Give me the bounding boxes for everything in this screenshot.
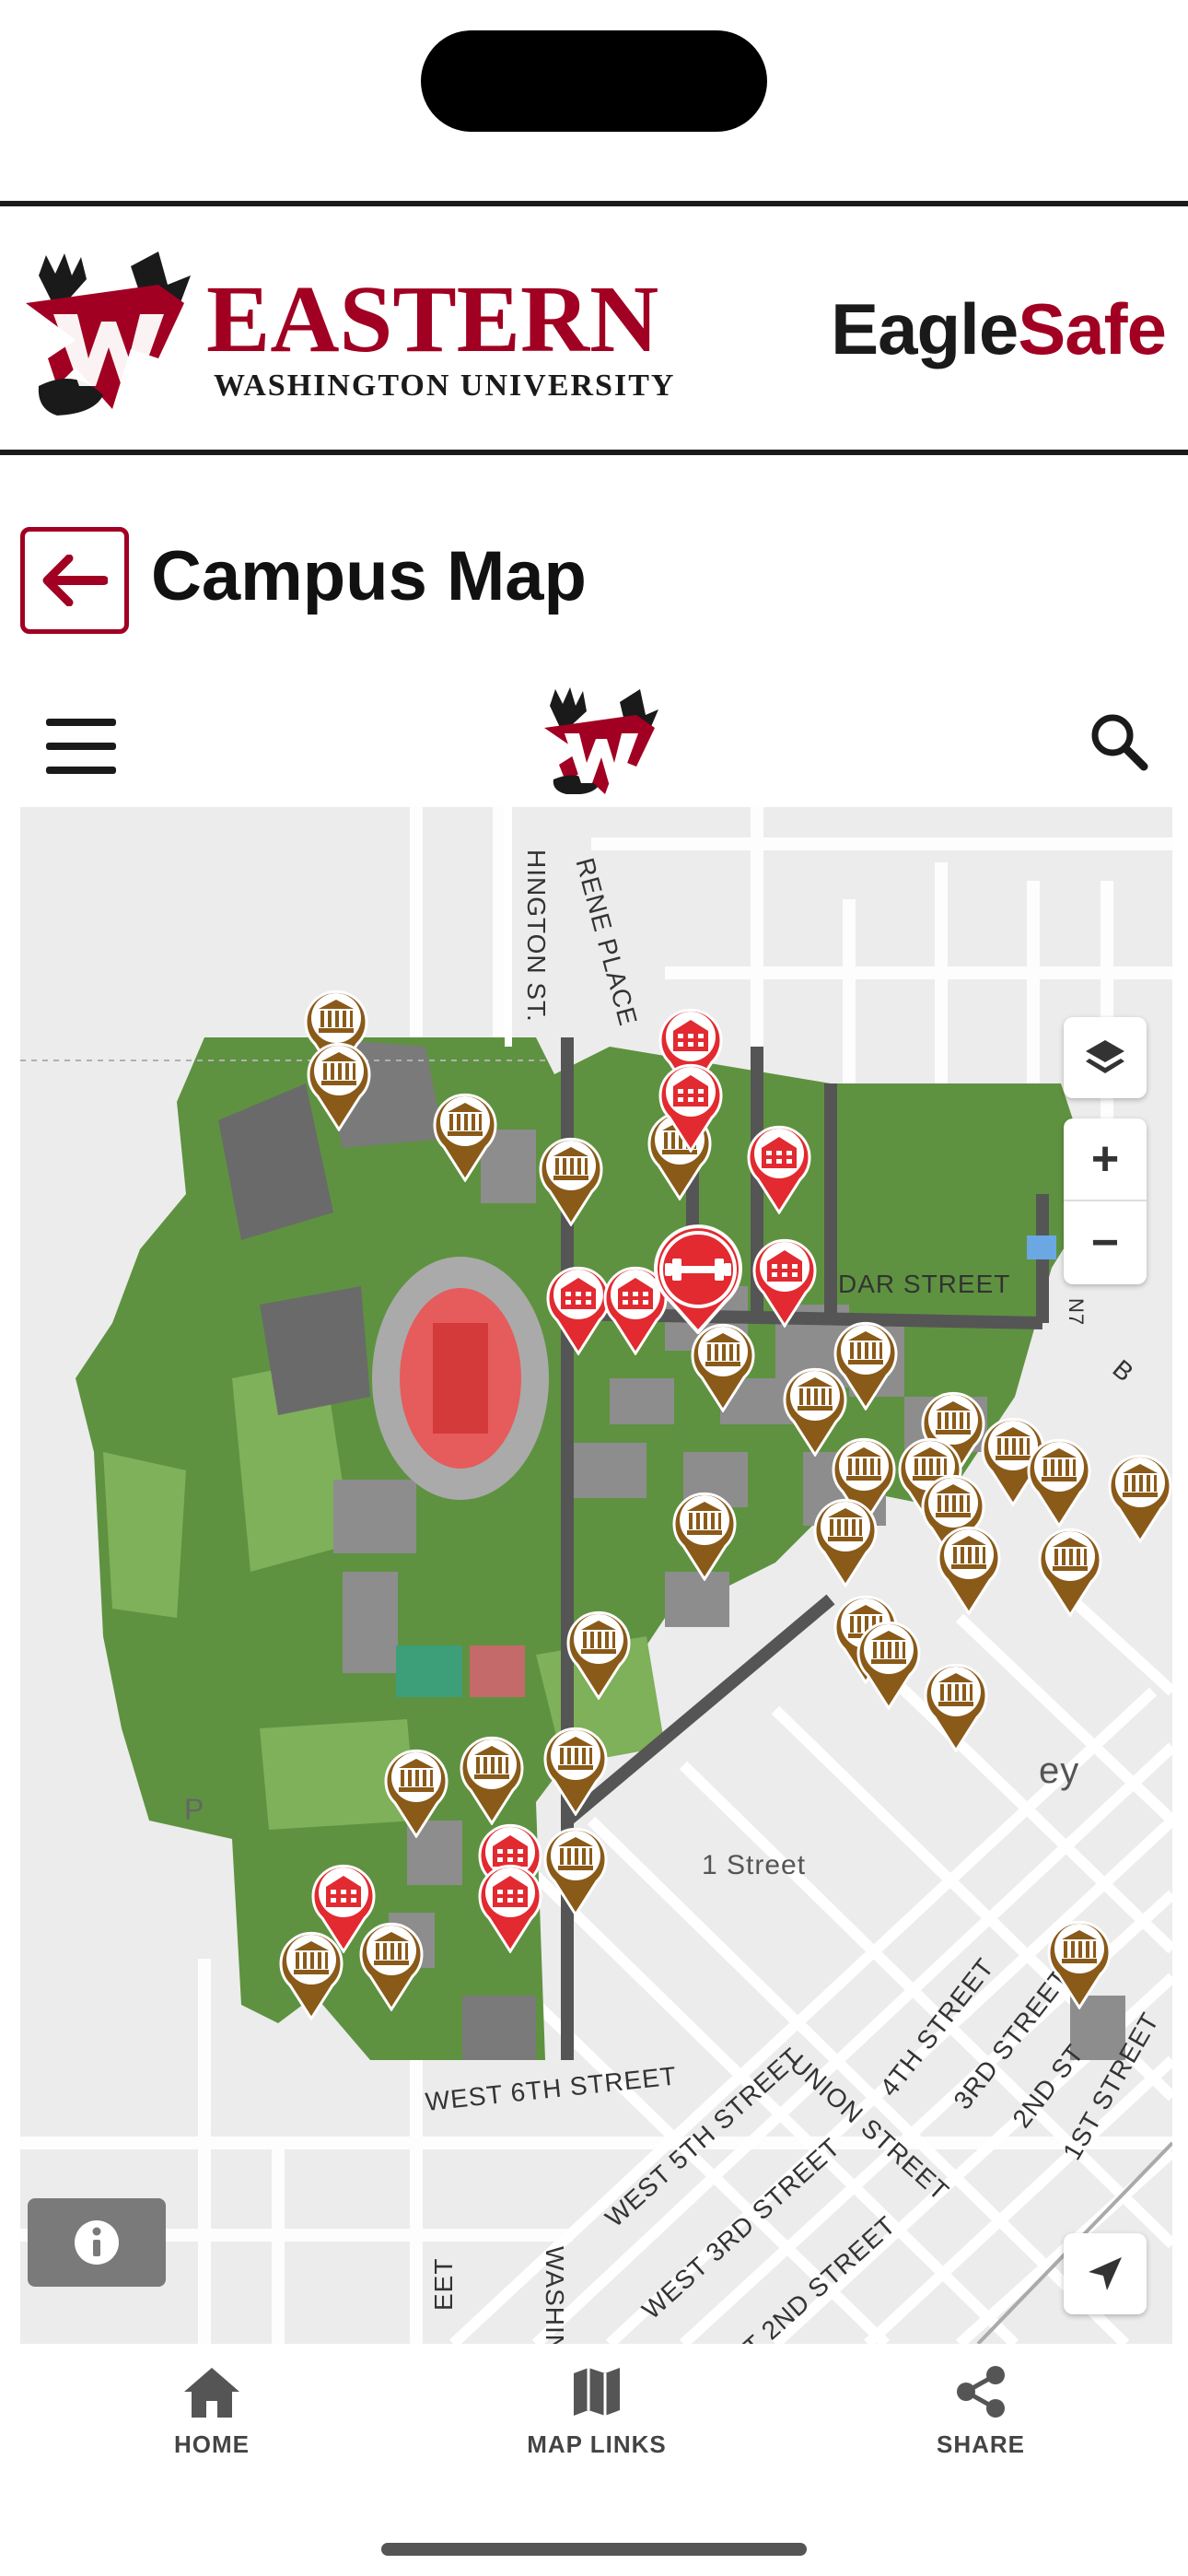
building-pin[interactable] <box>1034 1523 1106 1617</box>
recreation-pin[interactable] <box>650 1224 746 1334</box>
status-bar <box>0 0 1188 201</box>
building-pin[interactable] <box>456 1731 528 1825</box>
street-label: WASHING <box>541 2246 569 2344</box>
building-pin[interactable] <box>1023 1434 1095 1528</box>
layers-button[interactable] <box>1064 1017 1147 1098</box>
info-button[interactable] <box>28 2198 166 2287</box>
building-pin[interactable] <box>429 1088 501 1182</box>
building-pin[interactable] <box>563 1606 635 1700</box>
home-indicator <box>381 2543 807 2556</box>
housing-pin[interactable] <box>655 1059 727 1153</box>
building-pin[interactable] <box>540 1722 611 1816</box>
nav-home-label: HOME <box>174 2430 250 2458</box>
zoom-out-button[interactable]: − <box>1064 1201 1147 1284</box>
share-icon <box>957 2366 1005 2418</box>
building-pin[interactable] <box>1104 1449 1172 1543</box>
brand-header: EASTERN WASHINGTON UNIVERSITY EagleSafe <box>0 201 1188 455</box>
building-pin[interactable] <box>933 1521 1005 1615</box>
building-pin[interactable] <box>303 1037 375 1131</box>
building-pin[interactable] <box>920 1658 992 1752</box>
location-arrow-icon <box>1089 2257 1122 2290</box>
arrow-left-icon <box>42 555 108 606</box>
zoom-in-button[interactable]: + <box>1064 1118 1147 1201</box>
hamburger-menu-icon[interactable] <box>46 719 116 774</box>
street-label: N7 <box>1065 1298 1088 1327</box>
info-icon <box>75 2220 119 2265</box>
nav-home[interactable]: HOME <box>111 2362 313 2459</box>
building-pin[interactable] <box>1043 1915 1115 2009</box>
street-label: HINGTON ST. <box>522 849 551 1023</box>
building-pin[interactable] <box>380 1744 452 1838</box>
map-toolbar <box>20 673 1171 809</box>
logo-subtitle: WASHINGTON UNIVERSITY <box>214 369 675 403</box>
nav-share[interactable]: SHARE <box>879 2362 1082 2459</box>
building-pin[interactable] <box>809 1493 881 1587</box>
home-icon <box>184 2368 239 2418</box>
eagle-logo-icon <box>544 687 658 794</box>
building-pin[interactable] <box>540 1822 611 1916</box>
title-row: Campus Map <box>0 455 1188 649</box>
page-title: Campus Map <box>151 537 587 615</box>
building-pin[interactable] <box>853 1616 925 1710</box>
campus-map[interactable]: HINGTON ST. RENE PLACE DAR STREET WEST 6… <box>20 807 1172 2344</box>
building-pin[interactable] <box>669 1487 740 1581</box>
ewu-logo: EASTERN WASHINGTON UNIVERSITY <box>26 252 675 416</box>
locate-button[interactable] <box>1064 2233 1147 2314</box>
nav-map-links-label: MAP LINKS <box>527 2430 667 2458</box>
street-label: P <box>184 1793 205 1826</box>
street-label: EET <box>429 2257 458 2311</box>
ewu-eagle-icon <box>26 252 191 416</box>
street-label: DAR STREET <box>838 1270 1011 1298</box>
map-icon <box>574 2368 620 2416</box>
building-pin[interactable] <box>275 1926 347 2020</box>
app-name: EagleSafe <box>831 288 1167 369</box>
housing-pin[interactable] <box>743 1120 815 1214</box>
search-icon[interactable] <box>1087 709 1151 774</box>
nav-map-links[interactable]: MAP LINKS <box>495 2362 698 2459</box>
bottom-nav: HOME MAP LINKS SHARE <box>0 2344 1188 2473</box>
layers-icon <box>1086 1040 1124 1073</box>
street-label: ey <box>1039 1751 1080 1791</box>
zoom-controls: + − <box>1064 1118 1147 1284</box>
nav-share-label: SHARE <box>936 2430 1025 2458</box>
housing-pin[interactable] <box>474 1859 546 1953</box>
housing-pin[interactable] <box>749 1234 821 1328</box>
logo-wordmark: EASTERN <box>206 266 658 372</box>
building-pin[interactable] <box>355 1917 427 2011</box>
street-label: 1 Street <box>702 1850 807 1880</box>
dynamic-island <box>421 30 767 132</box>
back-button[interactable] <box>20 527 129 634</box>
building-pin[interactable] <box>535 1132 607 1226</box>
